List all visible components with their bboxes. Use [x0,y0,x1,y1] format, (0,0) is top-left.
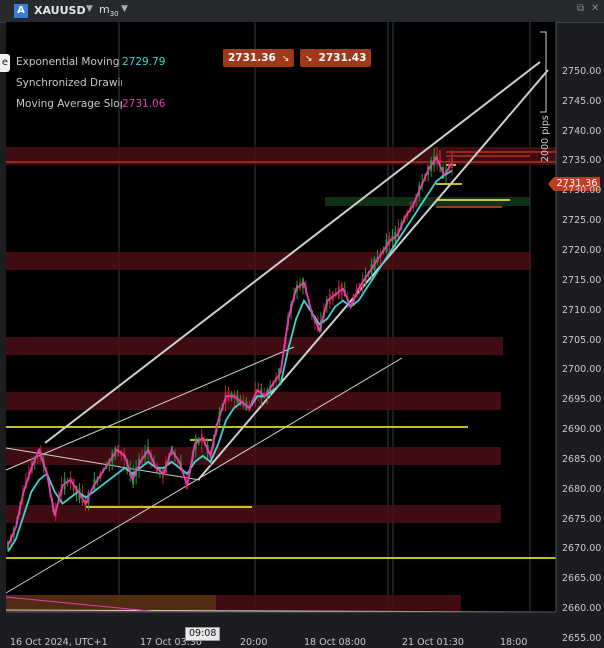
zone-rect [6,505,501,523]
legend-value: 2729.79 [122,56,166,68]
detach-icon[interactable]: ⧉ [577,4,587,14]
timeframe-dropdown-icon[interactable]: ▼ [121,4,128,14]
sell-quote-button[interactable]: 2731.36 ↘ [223,49,295,67]
legend-name: Exponential Moving A [16,56,122,68]
crosshair-time-label: 09:08 [185,627,221,641]
time-tick-label: 20:00 [240,637,268,648]
buy-quote-button[interactable]: ↘ 2731.43 [300,49,372,67]
legend-name: Moving Average Slope [16,98,122,110]
zone-rect [6,595,216,612]
price-tick-label: 2710.00 [562,304,602,316]
chart-toolbar: A XAUUSD ▼ m30 ▼ ⧉ ✕ [0,0,604,23]
legend-item[interactable]: Synchronized Drawin [16,73,176,94]
time-tick-label: 16 Oct 2024, UTC+1 [10,637,108,648]
legend-value: 2731.06 [122,98,166,110]
buy-arrow-icon: ↘ [305,54,313,64]
price-tick-label: 2695.00 [562,394,602,406]
price-tick-label: 2670.00 [562,543,602,555]
symbol-badge[interactable]: A [14,4,28,18]
indicator-legend: Exponential Moving A2729.79 Synchronized… [16,52,176,115]
price-tick-label: 2745.00 [562,95,602,107]
price-tick-label: 2725.00 [562,215,602,227]
legend-item[interactable]: Exponential Moving A2729.79 [16,52,176,73]
time-tick-label: 21 Oct 01:30 [402,637,464,648]
price-tick-label: 2740.00 [562,125,602,137]
chart-area[interactable]: Exponential Moving A2729.79 Synchronized… [0,22,604,648]
zone-rect [6,447,501,465]
pips-ruler-label: 2000 pips [526,92,551,162]
zone-rect [6,252,531,270]
price-tick-label: 2715.00 [562,274,602,286]
price-tick-label: 2750.00 [562,65,602,77]
price-tick-label: 2660.00 [562,603,602,615]
price-tick-label: 2730.00 [562,185,602,197]
price-tick-label: 2685.00 [562,453,602,465]
price-tick-label: 2665.00 [562,573,602,585]
legend-item[interactable]: Moving Average Slope2731.06 [16,94,176,115]
symbol-dropdown-icon[interactable]: ▼ [86,4,93,14]
timeframe-value: 30 [109,10,119,19]
price-tick-label: 2675.00 [562,513,602,525]
price-tick-label: 2720.00 [562,245,602,256]
price-tick-label: 2735.00 [562,155,602,167]
sell-price: 2731.36 [228,52,276,64]
timeframe-label: m [99,3,110,16]
time-tick-label: 18 Oct 08:00 [304,637,366,648]
price-tick-label: 2700.00 [562,364,602,376]
close-icon[interactable]: ✕ [591,4,601,14]
sell-arrow-icon: ↘ [281,54,290,64]
buy-price: 2731.43 [318,52,367,64]
price-tick-label: 2690.00 [562,424,602,436]
price-tick-label: 2680.00 [562,483,602,495]
timeframe-selector[interactable]: m30 [99,3,119,18]
time-tick-label: 18:00 [500,637,528,648]
price-tick-label: 2705.00 [562,334,602,346]
symbol-name[interactable]: XAUUSD [34,4,86,17]
pips-text: 2000 pips [540,115,551,162]
side-panel-toggle[interactable]: e [0,54,10,72]
price-tick-label: 2655.00 [562,633,602,645]
chart-window: A XAUUSD ▼ m30 ▼ ⧉ ✕ Exponential Moving … [0,0,604,648]
zone-rect [6,337,503,355]
legend-name: Synchronized Drawin [16,77,122,89]
